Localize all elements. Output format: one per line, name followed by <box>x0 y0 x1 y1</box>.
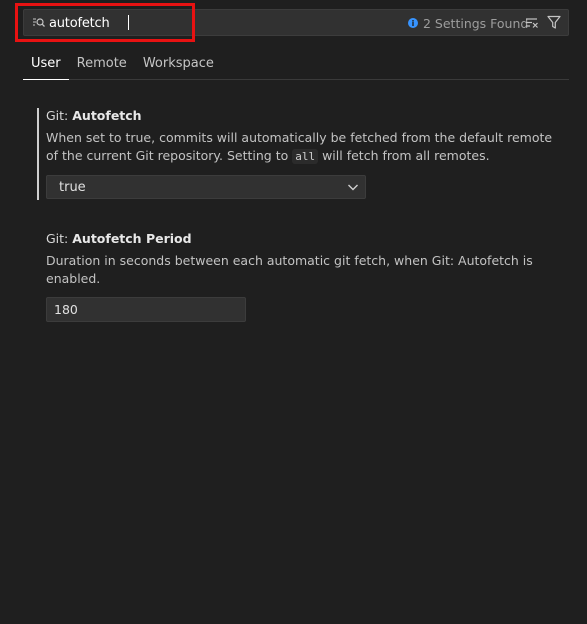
info-icon: i <box>408 18 418 28</box>
results-count: i 2 Settings Found <box>408 15 528 31</box>
settings-search-box[interactable]: i 2 Settings Found <box>23 9 569 36</box>
clear-filter-icon[interactable] <box>525 16 539 30</box>
setting-name: Autofetch <box>72 108 142 123</box>
setting-git-autofetch-period: Git: Autofetch Period Duration in second… <box>37 231 557 322</box>
text-caret <box>128 15 129 30</box>
search-input[interactable] <box>49 14 409 32</box>
autofetch-period-input[interactable]: 180 <box>46 297 246 322</box>
tab-user[interactable]: User <box>23 47 69 80</box>
chevron-down-icon <box>348 184 358 191</box>
search-icon <box>33 18 45 27</box>
results-label: 2 Settings Found <box>423 15 529 31</box>
setting-title: Git: Autofetch <box>46 108 557 124</box>
setting-description: Duration in seconds between each automat… <box>46 253 533 286</box>
settings-scope-tabs: User Remote Workspace <box>23 47 569 80</box>
setting-category: Git: <box>46 231 73 246</box>
tab-remote[interactable]: Remote <box>69 47 135 79</box>
setting-title: Git: Autofetch Period <box>46 231 557 247</box>
description-text-end: will fetch from all remotes. <box>318 148 490 163</box>
input-value: 180 <box>54 302 78 317</box>
select-value: true <box>59 179 86 195</box>
tab-workspace[interactable]: Workspace <box>135 47 222 79</box>
setting-name: Autofetch Period <box>72 231 192 246</box>
code-snippet: all <box>292 149 319 164</box>
settings-editor: i 2 Settings Found User Remote Workspace… <box>0 0 587 624</box>
setting-category: Git: <box>46 108 73 123</box>
setting-description: When set to true, commits will automatic… <box>46 129 556 166</box>
filter-icon[interactable] <box>547 15 561 30</box>
setting-git-autofetch: Git: Autofetch When set to true, commits… <box>37 108 557 200</box>
autofetch-select[interactable]: true <box>46 175 366 199</box>
